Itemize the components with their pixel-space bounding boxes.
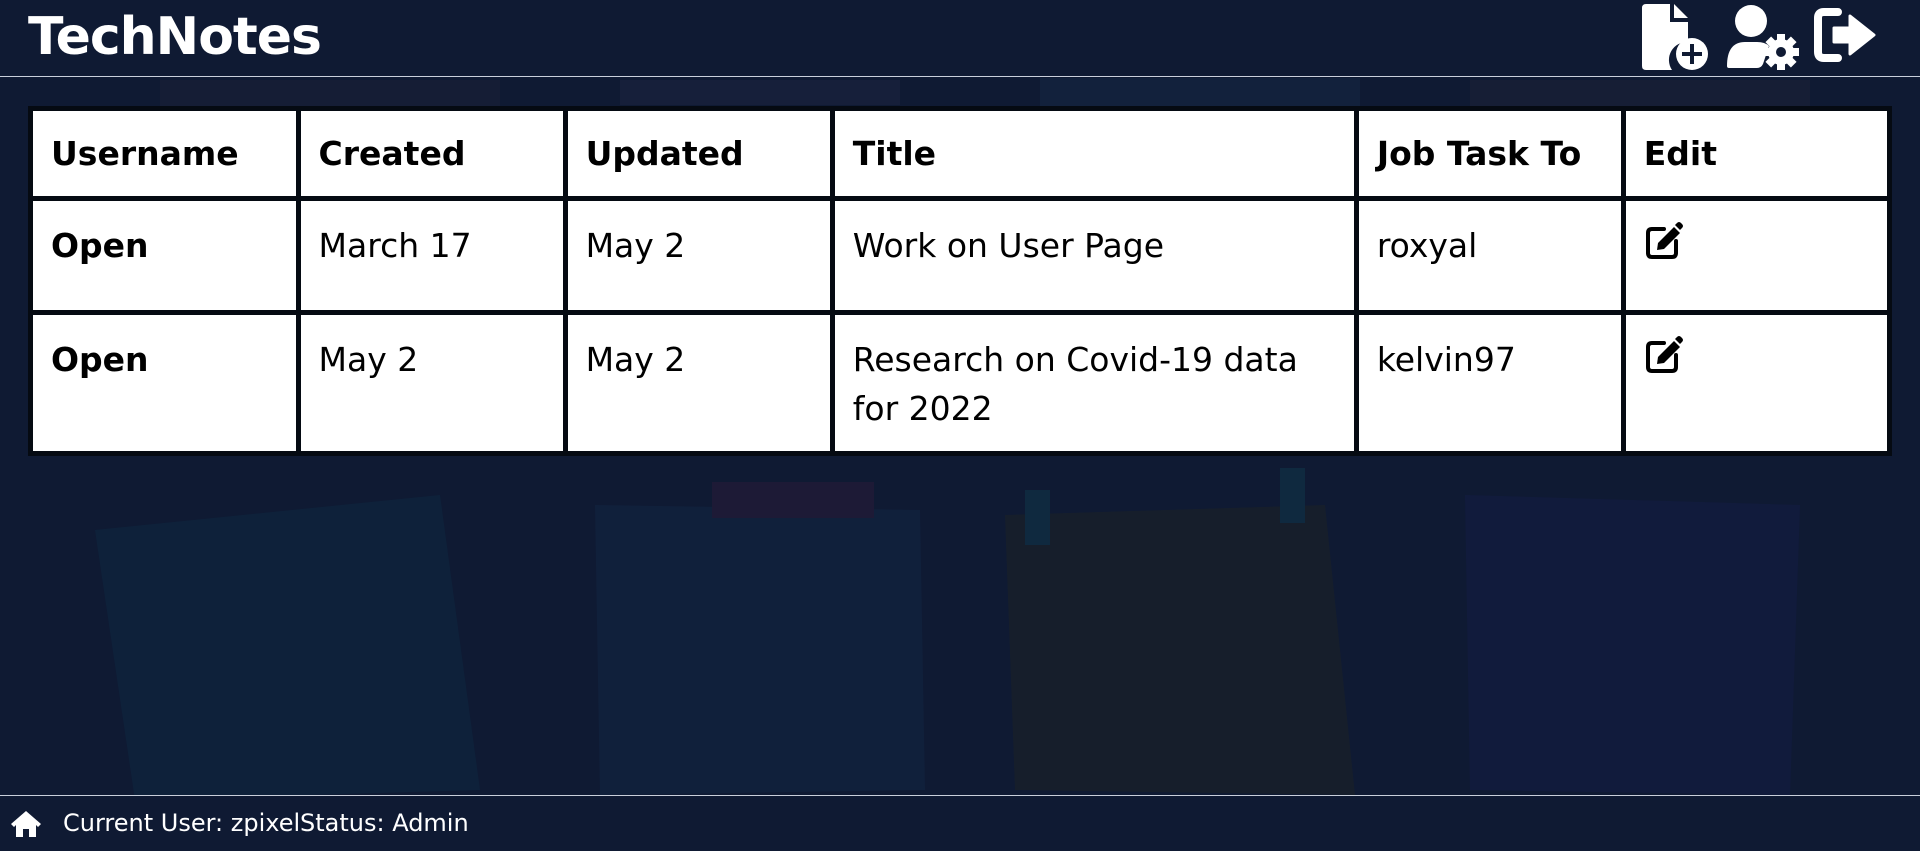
user-settings-icon (1727, 5, 1799, 70)
edit-note-button[interactable] (1644, 221, 1684, 261)
note-title: Research on Covid-19 data for 2022 (834, 315, 1354, 451)
header-actions (1640, 0, 1920, 76)
current-user-label: Current User: zpixel (63, 809, 301, 837)
page: TechNotes Username Created Updated Title… (0, 0, 1920, 851)
new-note-icon (1642, 4, 1708, 70)
logout-button[interactable] (1812, 4, 1880, 72)
edit-note-button[interactable] (1644, 335, 1684, 375)
column-header-created: Created (300, 111, 563, 196)
note-status: Open (33, 201, 296, 310)
logout-icon (1814, 7, 1876, 62)
new-note-button[interactable] (1640, 4, 1716, 72)
edit-icon (1645, 336, 1683, 373)
table-row: Open May 2 May 2 Research on Covid-19 da… (33, 315, 1887, 451)
note-created: May 2 (300, 315, 563, 451)
user-settings-button[interactable] (1725, 4, 1801, 72)
user-status-label: Status: Admin (300, 809, 469, 837)
column-header-job-task-to: Job Task To (1358, 111, 1621, 196)
home-icon (11, 811, 41, 837)
column-header-edit: Edit (1625, 111, 1887, 196)
column-header-updated: Updated (567, 111, 830, 196)
table-row: Open March 17 May 2 Work on User Page ro… (33, 201, 1887, 310)
home-button[interactable] (10, 809, 42, 839)
edit-cell (1625, 315, 1887, 451)
edit-cell (1625, 201, 1887, 310)
app-title[interactable]: TechNotes (28, 2, 322, 72)
note-status: Open (33, 315, 296, 451)
note-updated: May 2 (567, 201, 830, 310)
column-header-username: Username (33, 111, 296, 196)
edit-icon (1645, 222, 1683, 259)
column-header-title: Title (834, 111, 1354, 196)
note-assignee: kelvin97 (1358, 315, 1621, 451)
footer: Current User: zpixel Status: Admin (0, 795, 1920, 851)
header: TechNotes (0, 0, 1920, 77)
note-updated: May 2 (567, 315, 830, 451)
note-created: March 17 (300, 201, 563, 310)
note-title: Work on User Page (834, 201, 1354, 310)
notes-table: Username Created Updated Title Job Task … (28, 106, 1892, 456)
note-assignee: roxyal (1358, 201, 1621, 310)
table-header: Username Created Updated Title Job Task … (33, 111, 1887, 196)
